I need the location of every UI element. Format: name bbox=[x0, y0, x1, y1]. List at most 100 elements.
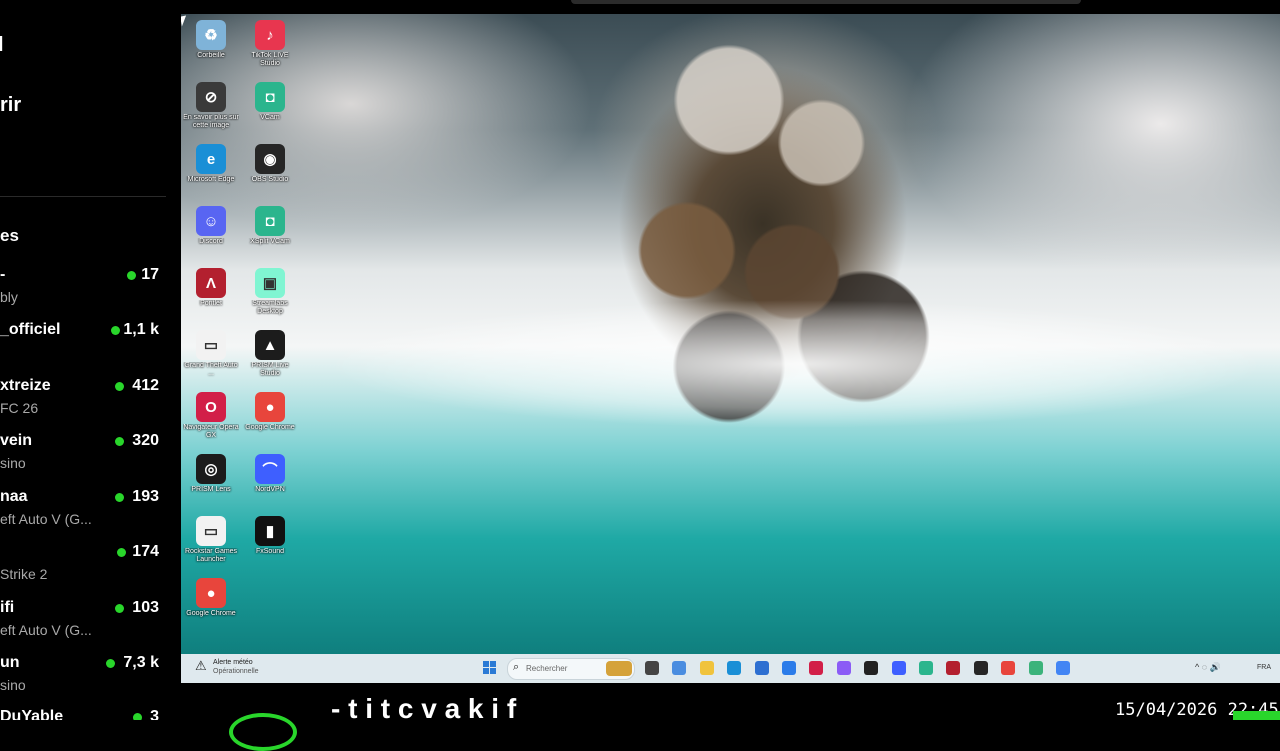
desktop-icon-label: VCam bbox=[260, 114, 280, 121]
channel-game: FC 26 bbox=[0, 400, 39, 416]
desktop-icon[interactable]: e Microsoft Edge bbox=[183, 140, 239, 200]
sidebar-divider bbox=[0, 196, 166, 197]
desktop-icon-label: Google Chrome bbox=[245, 424, 295, 431]
live-dot-icon bbox=[115, 493, 124, 502]
edge-icon: e bbox=[196, 144, 226, 174]
desktop-icon-label: Microsoft Edge bbox=[187, 176, 235, 183]
channel-name: naa bbox=[0, 488, 28, 505]
live-dot-icon bbox=[117, 548, 126, 557]
desktop-icon-label: Rockstar Games Launcher bbox=[184, 548, 238, 563]
channel-item[interactable]: Strike 2 174 bbox=[0, 543, 166, 593]
tiktok-live-studio-icon: ♪ bbox=[255, 20, 285, 50]
desktop-icon[interactable]: ◘ XSplit VCam bbox=[242, 202, 298, 262]
vcam-icon[interactable] bbox=[919, 661, 933, 675]
weather-title[interactable]: Alerte météo bbox=[213, 659, 253, 666]
desktop-icon[interactable]: ▣ Streamlabs Desktop bbox=[242, 264, 298, 324]
live-dot-icon bbox=[133, 713, 142, 720]
edge-icon[interactable] bbox=[727, 661, 742, 675]
task-view-icon[interactable] bbox=[645, 661, 659, 675]
search-highlight-icon bbox=[606, 661, 632, 676]
vcam-icon: ◘ bbox=[255, 82, 285, 112]
search-icon: ⌕ bbox=[513, 661, 520, 673]
document-icon: ▭ bbox=[196, 330, 226, 360]
pontlet-icon[interactable] bbox=[946, 661, 961, 675]
desktop-icon-label: FxSound bbox=[255, 548, 285, 555]
xsplit-vcam-icon: ◘ bbox=[255, 206, 285, 236]
chrome-icon: ● bbox=[196, 578, 226, 608]
opera-gx-icon[interactable] bbox=[809, 661, 824, 675]
desktop-icon[interactable]: ● Google Chrome bbox=[183, 574, 239, 634]
system-tray[interactable]: ^ ◌ 🔊 bbox=[1195, 662, 1221, 673]
prism-lens-icon: ◎ bbox=[196, 454, 226, 484]
channel-item[interactable]: naa eft Auto V (G... 193 bbox=[0, 488, 166, 538]
live-dot-icon bbox=[115, 604, 124, 613]
desktop-icon[interactable]: ⌒ NordVPN bbox=[242, 450, 298, 510]
desktop-icon[interactable]: ☺ Discord bbox=[183, 202, 239, 262]
channel-game: sino bbox=[0, 677, 26, 693]
desktop-icon[interactable]: ⊘ En savoir plus sur cette image bbox=[183, 78, 239, 138]
chrome-icon[interactable] bbox=[1001, 661, 1016, 675]
desktop-icon-label: Pontlet bbox=[200, 300, 222, 307]
sidebar-section-title: es bbox=[0, 226, 19, 245]
channel-game: sino bbox=[0, 455, 26, 471]
mail-icon[interactable] bbox=[782, 661, 796, 675]
fxsound-icon: ▮ bbox=[255, 516, 285, 546]
desktop-icon[interactable]: ▲ PRISM Live Studio bbox=[242, 326, 298, 386]
channel-item[interactable]: - bly 17 bbox=[0, 266, 166, 316]
prism-live-icon: ▲ bbox=[255, 330, 285, 360]
channel-item[interactable]: _officiel 1,1 k bbox=[0, 321, 166, 371]
desktop-icon[interactable]: O Navigateur Opera GX bbox=[183, 388, 239, 448]
desktop-icon-label: En savoir plus sur cette image bbox=[183, 114, 239, 129]
desktop-icon[interactable]: ● Google Chrome bbox=[242, 388, 298, 448]
sidebar-top-line2[interactable]: rir bbox=[0, 94, 21, 117]
desktop-icon[interactable]: ◎ PRISM Lens bbox=[183, 450, 239, 510]
desktop-icon-label: NordVPN bbox=[255, 486, 285, 493]
channel-item[interactable]: xtreize FC 26 412 bbox=[0, 377, 166, 427]
channel-item[interactable]: un sino 7,3 k bbox=[0, 654, 166, 704]
desktop-icon-label: Google Chrome bbox=[186, 610, 236, 617]
desktop-icon[interactable]: ▭ Grand Theft Auto ... bbox=[183, 326, 239, 386]
desktop-icon[interactable]: Λ Pontlet bbox=[183, 264, 239, 324]
channel-name: xtreize bbox=[0, 377, 51, 394]
weather-subtitle[interactable]: Opérationnelle bbox=[213, 668, 259, 675]
channel-name: un bbox=[0, 654, 20, 671]
channel-viewers: 103 bbox=[132, 599, 159, 616]
wallpaper-wave-foam bbox=[311, 284, 1280, 444]
live-dot-icon bbox=[115, 382, 124, 391]
desktop-icon[interactable]: ▭ Rockstar Games Launcher bbox=[183, 512, 239, 572]
desktop-icon[interactable]: ◉ OBS Studio bbox=[242, 140, 298, 200]
messenger-icon[interactable] bbox=[836, 661, 851, 675]
desktop-icon[interactable]: ♻ Corbeille bbox=[183, 16, 239, 76]
taskbar-search[interactable]: ⌕ Rechercher bbox=[507, 658, 635, 680]
obs-icon[interactable] bbox=[973, 661, 988, 675]
streamlabs-icon[interactable] bbox=[1028, 661, 1043, 675]
document-icon: ▭ bbox=[196, 516, 226, 546]
desktop-icon-label: PRISM Lens bbox=[191, 486, 231, 493]
pontlet-icon: Λ bbox=[196, 268, 226, 298]
desktop-icon[interactable]: ▮ FxSound bbox=[242, 512, 298, 572]
weather-alert-icon[interactable]: ⚠ bbox=[195, 658, 207, 674]
copilot-icon[interactable] bbox=[672, 661, 687, 675]
channel-item[interactable]: vein sino 320 bbox=[0, 432, 166, 482]
channel-item[interactable]: ifi eft Auto V (G... 103 bbox=[0, 599, 166, 649]
channel-name: ifi bbox=[0, 599, 15, 616]
desktop-icon[interactable]: ♪ TikTok LIVE Studio bbox=[242, 16, 298, 76]
live-dot-icon bbox=[115, 437, 124, 446]
channel-game: Strike 2 bbox=[0, 566, 48, 582]
desktop-icon-label: Streamlabs Desktop bbox=[252, 300, 288, 315]
chrome-icon[interactable] bbox=[1056, 661, 1070, 675]
desktop-icon[interactable]: ◘ VCam bbox=[242, 78, 298, 138]
start-button[interactable] bbox=[483, 661, 496, 674]
capcut-icon[interactable] bbox=[864, 661, 879, 675]
bottom-logo-icon bbox=[229, 713, 297, 751]
language-indicator[interactable]: FRA bbox=[1257, 664, 1271, 671]
channel-viewers: 320 bbox=[132, 432, 159, 449]
store-icon[interactable] bbox=[754, 661, 769, 675]
file-explorer-icon[interactable] bbox=[699, 661, 714, 675]
channel-item[interactable]: DuYable 3 bbox=[0, 708, 166, 720]
search-placeholder: Rechercher bbox=[526, 664, 568, 673]
top-capture-pill bbox=[571, 0, 1081, 4]
desktop-wallpaper[interactable]: ♻ Corbeille ♪ TikTok LIVE Studio ⊘ En sa… bbox=[181, 14, 1280, 654]
nordvpn-icon[interactable] bbox=[891, 661, 906, 675]
stream-sidebar: l rir es - bly 17 _officiel 1,1 k xtreiz… bbox=[0, 0, 181, 720]
